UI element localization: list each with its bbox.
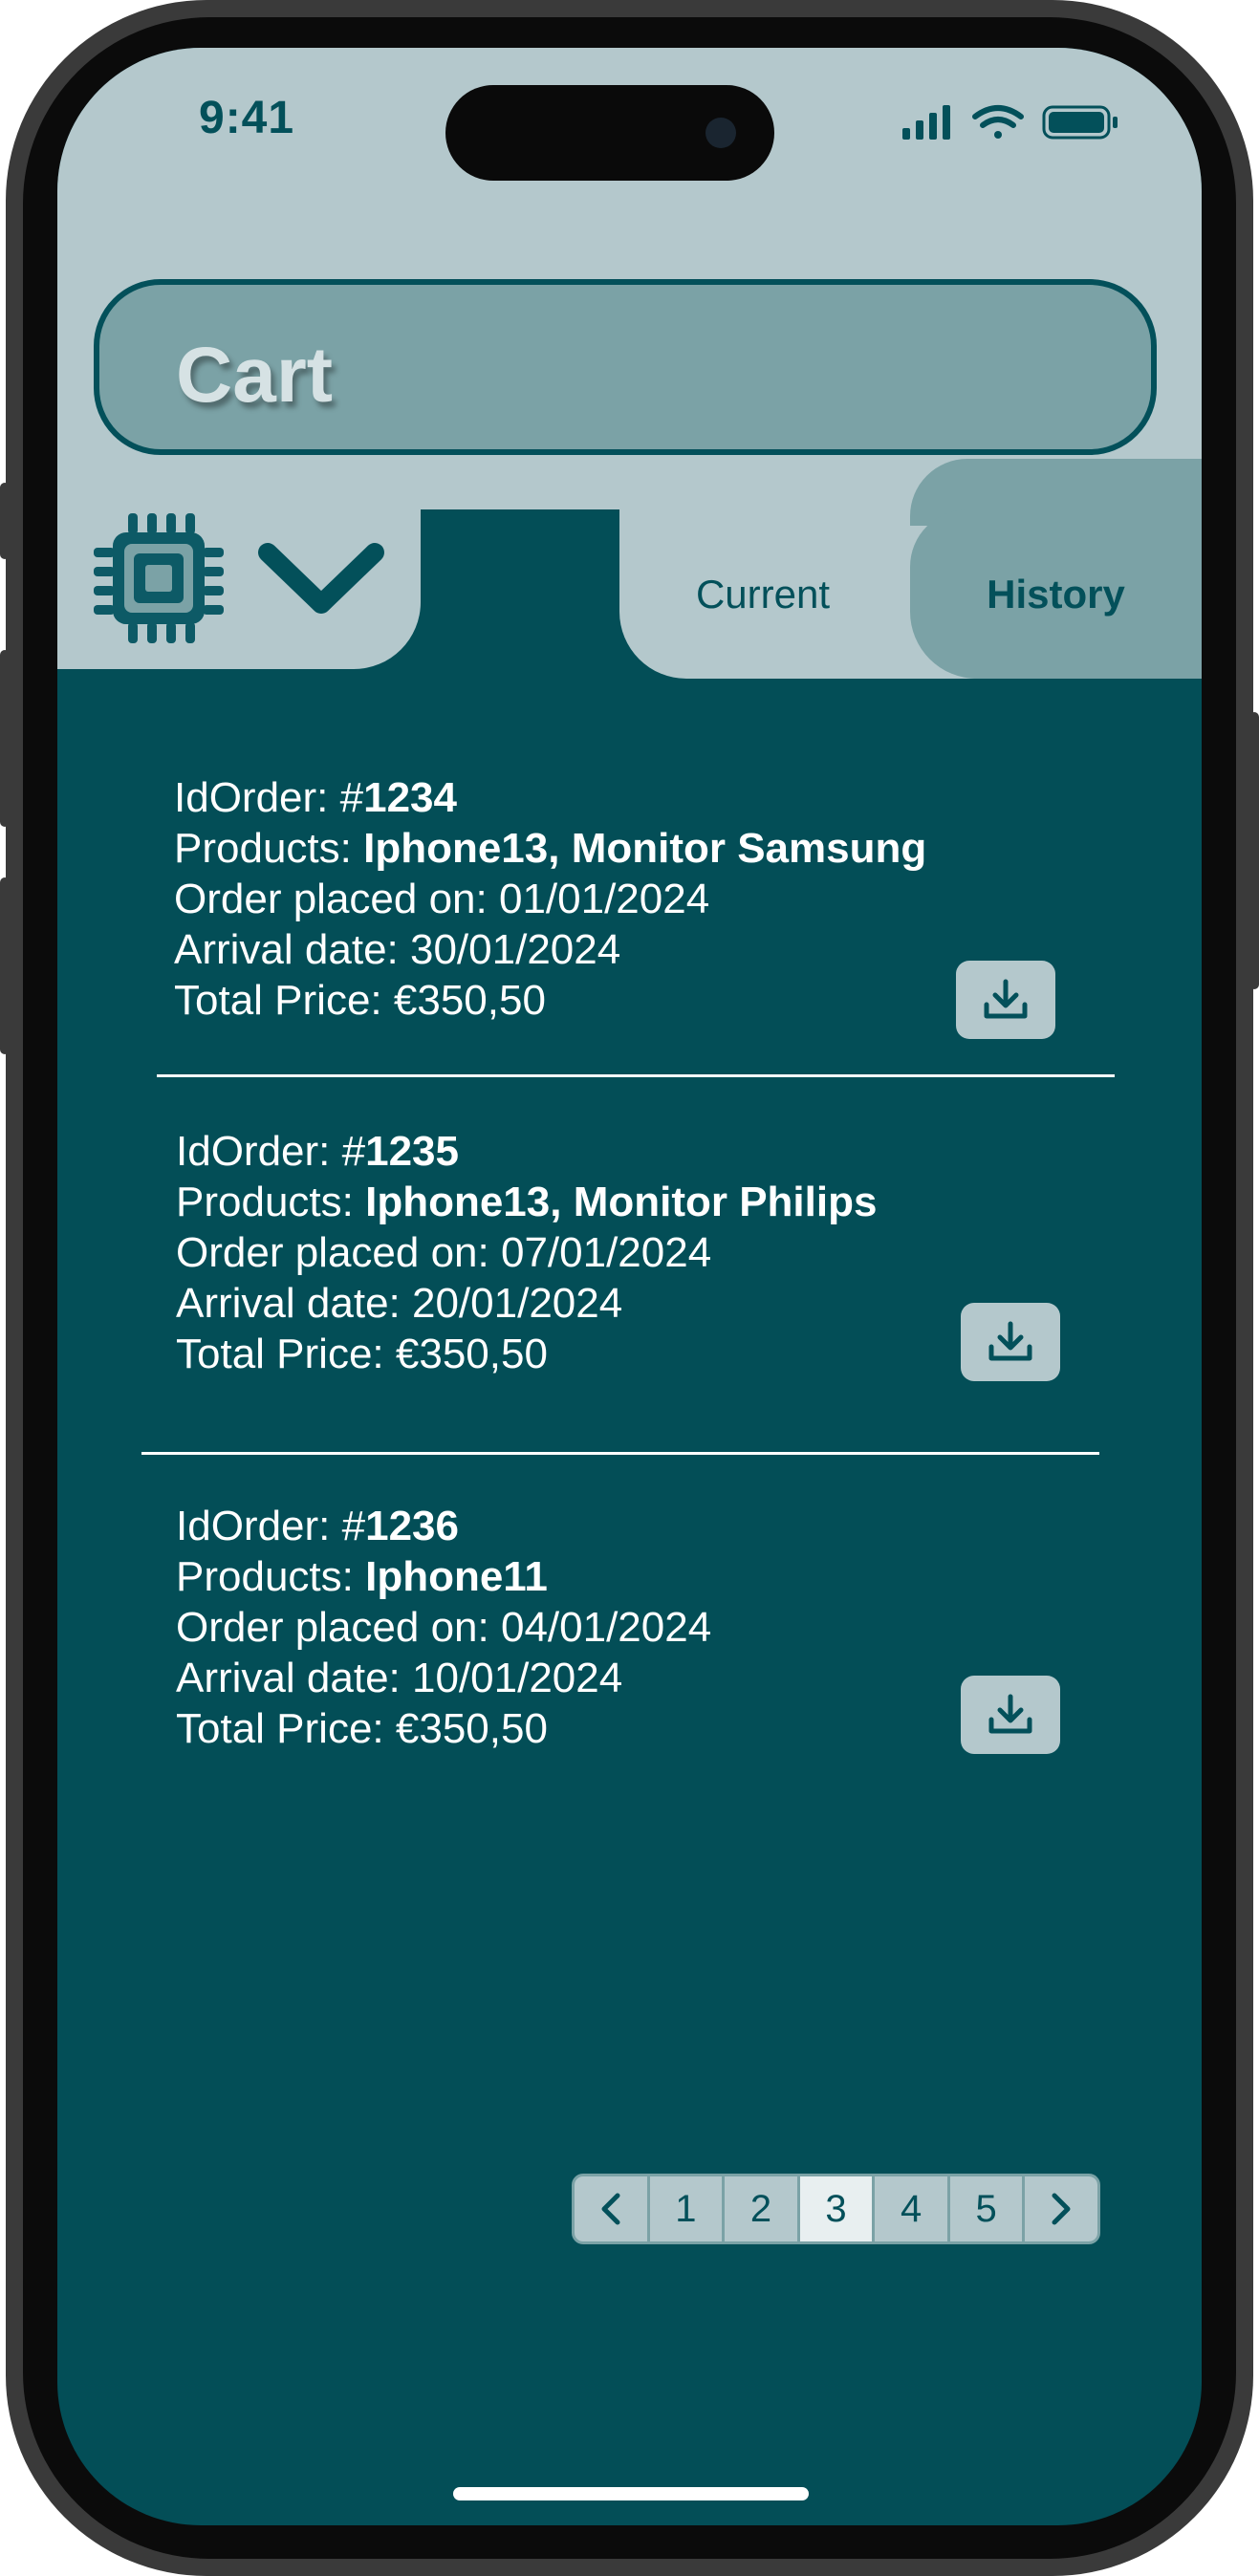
pagination-page-2[interactable]: 2	[725, 2176, 800, 2241]
pagination-prev-button[interactable]	[575, 2176, 650, 2241]
status-bar: 9:41	[57, 48, 1202, 191]
order-products-line: Products: Iphone13, Monitor Philips	[176, 1179, 878, 1225]
order-arrival-line: Arrival date: 10/01/2024	[176, 1655, 623, 1701]
order-placed-line: Order placed on: 01/01/2024	[174, 876, 710, 922]
order-arrival-line: Arrival date: 20/01/2024	[176, 1280, 623, 1327]
order-arrival-line: Arrival date: 30/01/2024	[174, 926, 621, 973]
search-bar[interactable]: Cart	[94, 279, 1157, 455]
wifi-icon	[972, 105, 1024, 139]
order-separator	[157, 1074, 1115, 1077]
order-placed-line: Order placed on: 07/01/2024	[176, 1229, 712, 1276]
chevron-down-icon[interactable]	[254, 535, 388, 621]
download-icon	[984, 979, 1028, 1019]
status-icons	[902, 105, 1118, 140]
download-icon	[988, 1694, 1032, 1734]
pagination-page-3[interactable]: 3	[799, 2176, 876, 2241]
order-price-line: Total Price: €350,50	[176, 1331, 548, 1377]
pagination-page-5[interactable]: 5	[950, 2176, 1026, 2241]
order-id-line: IdOrder: #1236	[176, 1503, 459, 1549]
order-products-line: Products: Iphone11	[176, 1553, 548, 1600]
tab-gap	[421, 509, 619, 720]
order-price-line: Total Price: €350,50	[176, 1705, 548, 1752]
download-button[interactable]	[956, 961, 1055, 1039]
signal-icon	[902, 105, 950, 140]
chevron-right-icon	[1052, 2193, 1071, 2225]
battery-icon	[1042, 105, 1118, 140]
status-time: 9:41	[199, 93, 295, 143]
home-indicator[interactable]	[453, 2487, 809, 2500]
order-id-line: IdOrder: #1235	[176, 1128, 459, 1175]
order-placed-line: Order placed on: 04/01/2024	[176, 1604, 712, 1651]
side-button-mute	[0, 483, 10, 559]
chevron-left-icon	[601, 2193, 620, 2225]
download-icon	[988, 1321, 1032, 1361]
tab-history[interactable]: History	[910, 509, 1202, 679]
chip-icon[interactable]	[92, 511, 226, 645]
camera-icon	[705, 118, 736, 148]
pagination-page-4[interactable]: 4	[875, 2176, 950, 2241]
tab-current[interactable]: Current	[619, 509, 906, 679]
side-button-volume-down	[0, 877, 10, 1054]
pagination: 1 2 3 4 5	[572, 2174, 1100, 2244]
order-separator	[141, 1452, 1099, 1455]
order-card: IdOrder: #1235 Products: Iphone13, Monit…	[176, 1126, 877, 1379]
side-button-power	[1249, 712, 1259, 989]
order-price-line: Total Price: €350,50	[174, 977, 546, 1024]
pagination-next-button[interactable]	[1025, 2176, 1097, 2241]
search-text: Cart	[176, 332, 334, 419]
order-products-line: Products: Iphone13, Monitor Samsung	[174, 825, 927, 872]
side-button-volume-up	[0, 650, 10, 827]
order-card: IdOrder: #1234 Products: Iphone13, Monit…	[174, 772, 926, 1026]
phone-screen: 9:41 Cart Current History IdOrder: #1234…	[57, 48, 1202, 2525]
order-id-line: IdOrder: #1234	[174, 774, 457, 821]
order-card: IdOrder: #1236 Products: Iphone11 Order …	[176, 1501, 711, 1754]
download-button[interactable]	[961, 1676, 1060, 1754]
download-button[interactable]	[961, 1303, 1060, 1381]
pagination-page-1[interactable]: 1	[650, 2176, 726, 2241]
dynamic-island	[445, 85, 774, 181]
